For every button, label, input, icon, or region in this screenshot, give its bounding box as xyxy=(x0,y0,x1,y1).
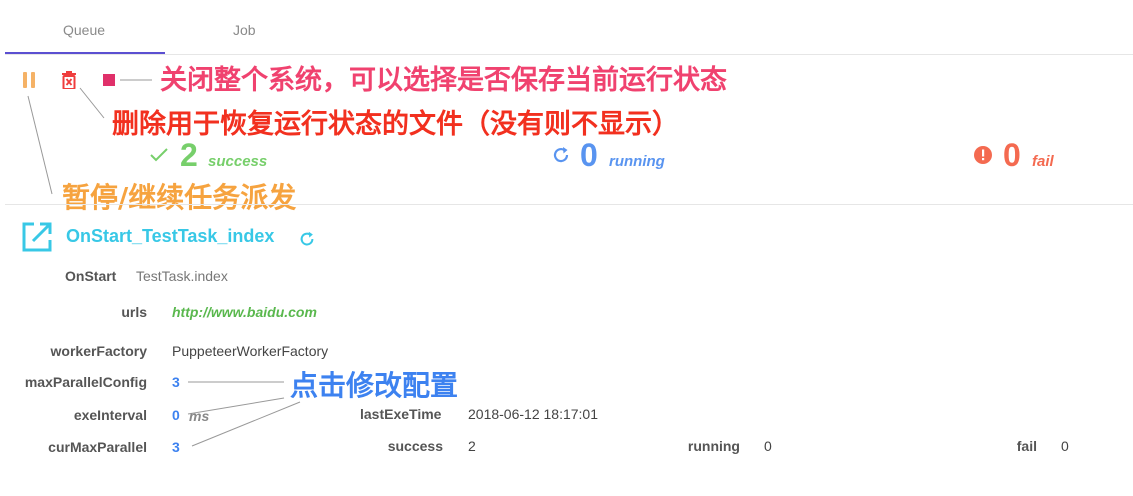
task-success-value: 2 xyxy=(468,438,476,454)
stop-icon[interactable] xyxy=(103,74,115,86)
pause-note-line xyxy=(27,95,53,195)
external-link-icon[interactable] xyxy=(21,221,53,253)
running-count: 0 xyxy=(580,137,598,173)
urls-label: urls xyxy=(121,304,147,320)
config-annotation: 点击修改配置 xyxy=(290,369,459,402)
exe-interval-label: exeInterval xyxy=(73,407,147,423)
pause-icon[interactable] xyxy=(22,72,36,88)
max-parallel-label: maxParallelConfig xyxy=(24,374,147,390)
task-running-value: 0 xyxy=(764,438,772,454)
check-icon xyxy=(150,148,168,162)
on-start-value: TestTask.index xyxy=(136,268,228,284)
stop-annotation: 关闭整个系统，可以选择是否保存当前运行状态 xyxy=(160,65,727,96)
running-label: running xyxy=(609,153,665,170)
task-refresh-icon[interactable] xyxy=(298,230,316,248)
fail-count: 0 xyxy=(1003,137,1021,173)
error-icon xyxy=(974,146,992,164)
fail-label: fail xyxy=(1032,153,1054,170)
success-count: 2 xyxy=(180,137,198,173)
task-success-label: success xyxy=(387,438,443,454)
cur-max-parallel-label: curMaxParallel xyxy=(48,439,147,455)
delete-annotation: 删除用于恢复运行状态的文件（没有则不显示） xyxy=(112,109,679,140)
refresh-icon xyxy=(553,147,569,163)
worker-factory-label: workerFactory xyxy=(50,343,147,359)
delete-note-line xyxy=(79,87,105,119)
urls-value[interactable]: http://www.baidu.com xyxy=(172,304,317,320)
last-exe-time-value: 2018-06-12 18:17:01 xyxy=(468,406,598,422)
trash-icon[interactable] xyxy=(61,71,77,94)
exe-interval-value[interactable]: 0 xyxy=(172,407,180,423)
worker-factory-value: PuppeteerWorkerFactory xyxy=(172,343,329,359)
on-start-label: OnStart xyxy=(65,268,117,284)
task-running-label: running xyxy=(687,438,740,454)
success-label: success xyxy=(208,153,268,170)
last-exe-time-label: lastExeTime xyxy=(360,406,442,422)
cur-max-parallel-value[interactable]: 3 xyxy=(172,439,180,455)
task-fail-value: 0 xyxy=(1061,438,1069,454)
pause-annotation: 暂停/继续任务派发 xyxy=(62,181,297,214)
section-divider xyxy=(5,204,1133,205)
exe-interval-unit: ms xyxy=(189,408,210,424)
task-title[interactable]: OnStart_TestTask_index xyxy=(66,226,274,247)
task-fail-label: fail xyxy=(1016,438,1037,454)
max-parallel-value[interactable]: 3 xyxy=(172,374,180,390)
